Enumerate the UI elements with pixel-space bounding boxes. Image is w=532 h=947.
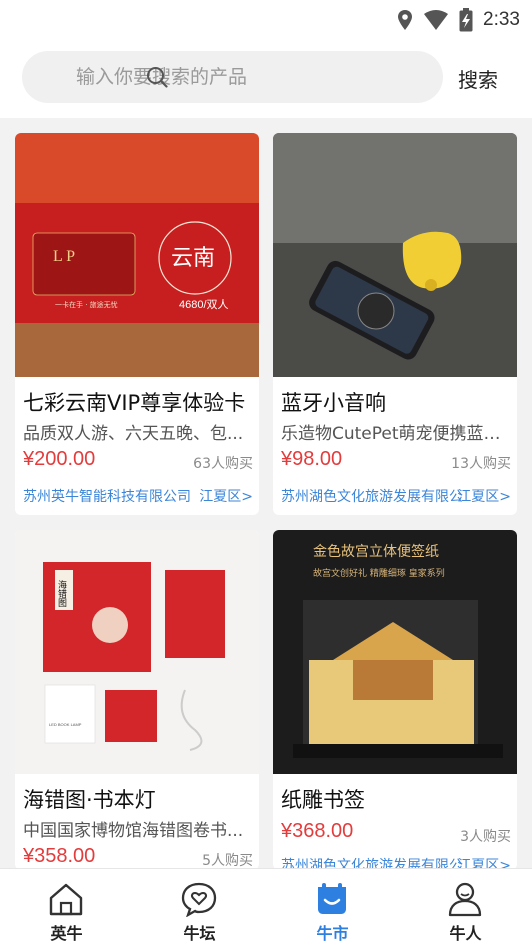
status-bar: 2:33 bbox=[0, 0, 532, 40]
area-link[interactable]: 江夏区> bbox=[199, 486, 253, 506]
home-icon bbox=[49, 883, 83, 916]
product-title: 海错图·书本灯 bbox=[23, 788, 156, 812]
paper-sculpture-photo: 金色故宫立体便签纸 故宫文创好礼 精雕细琢 皇家系列 bbox=[273, 530, 517, 774]
speaker-photo bbox=[273, 133, 517, 377]
card-price-text: 4680/双人 bbox=[179, 298, 229, 311]
tab-label: 牛市 bbox=[316, 924, 349, 943]
product-sold: 5人购买 bbox=[202, 853, 253, 868]
shop-link[interactable]: 苏州湖色文化旅游发展有限公司 bbox=[281, 855, 463, 868]
tab-niutan[interactable]: 牛坛 bbox=[133, 869, 266, 947]
lamp-note-text: LED BOOK LAMP bbox=[49, 722, 82, 727]
status-icons: 2:33 bbox=[397, 6, 520, 34]
search-button[interactable]: 搜索 bbox=[458, 64, 498, 93]
tab-label: 牛人 bbox=[449, 924, 482, 943]
sculpture-tagline: 故宫文创好礼 精雕细琢 皇家系列 bbox=[313, 567, 445, 579]
status-time: 2:33 bbox=[483, 9, 520, 30]
product-image bbox=[273, 133, 517, 377]
product-image: 金色故宫立体便签纸 故宫文创好礼 精雕细琢 皇家系列 bbox=[273, 530, 517, 774]
book-lamp-photo: 海错图 LED BOOK LAMP bbox=[15, 530, 259, 774]
shop-link[interactable]: 苏州湖色文化旅游发展有限公司 bbox=[281, 486, 463, 506]
product-title: 蓝牙小音响 bbox=[281, 391, 386, 415]
product-desc: 中国国家博物馆海错图卷书... bbox=[23, 821, 244, 841]
battery-icon bbox=[459, 8, 473, 32]
product-card[interactable]: 海错图 LED BOOK LAMP 海错图·书本灯 中国国家博物馆海错图卷书..… bbox=[15, 530, 259, 868]
area-link[interactable]: 江夏区> bbox=[457, 486, 511, 506]
tab-niuren[interactable]: 牛人 bbox=[399, 869, 532, 947]
tab-label: 英牛 bbox=[50, 924, 83, 943]
shopping-bag-icon bbox=[318, 883, 346, 914]
area-link[interactable]: 江夏区> bbox=[457, 855, 511, 868]
tab-yingniu[interactable]: 英牛 bbox=[0, 869, 133, 947]
search-box[interactable] bbox=[22, 51, 443, 103]
card-slogan-text: 一卡在手 · 旅途无忧 bbox=[55, 300, 118, 309]
sculpture-headline: 金色故宫立体便签纸 bbox=[313, 543, 439, 560]
product-price: ¥358.00 bbox=[23, 845, 96, 867]
product-sold: 3人购买 bbox=[460, 829, 511, 845]
shop-link[interactable]: 苏州英牛智能科技有限公司 bbox=[23, 486, 205, 506]
card-city-text: 云南 bbox=[171, 246, 215, 271]
tab-label: 牛坛 bbox=[183, 924, 216, 943]
search-input[interactable] bbox=[24, 66, 314, 88]
product-title: 七彩云南VIP尊享体验卡 bbox=[23, 391, 246, 415]
product-image: L P 云南 4680/双人 一卡在手 · 旅途无忧 bbox=[15, 133, 259, 377]
user-icon bbox=[448, 882, 482, 917]
product-card[interactable]: 金色故宫立体便签纸 故宫文创好礼 精雕细琢 皇家系列 纸雕书签 ¥368.00 … bbox=[273, 530, 517, 868]
product-grid: L P 云南 4680/双人 一卡在手 · 旅途无忧 七彩云南VIP尊享体验卡 … bbox=[0, 118, 532, 868]
location-icon bbox=[398, 10, 413, 30]
search-area: 搜索 bbox=[0, 40, 532, 118]
product-card[interactable]: L P 云南 4680/双人 一卡在手 · 旅途无忧 七彩云南VIP尊享体验卡 … bbox=[15, 133, 259, 515]
book-title-text: 海错图 bbox=[56, 579, 67, 608]
product-price: ¥200.00 bbox=[23, 448, 96, 470]
bottom-tab-bar: 英牛 牛坛 牛市 牛人 bbox=[0, 868, 532, 947]
product-price: ¥98.00 bbox=[281, 448, 343, 470]
vip-card-photo: L P 云南 4680/双人 一卡在手 · 旅途无忧 bbox=[15, 133, 259, 377]
product-card[interactable]: 蓝牙小音响 乐造物CutePet萌宠便携蓝牙... ¥98.00 13人购买 苏… bbox=[273, 133, 517, 515]
product-title: 纸雕书签 bbox=[281, 788, 365, 812]
product-sold: 13人购买 bbox=[451, 456, 511, 472]
product-price: ¥368.00 bbox=[281, 820, 354, 842]
product-desc: 乐造物CutePet萌宠便携蓝牙... bbox=[281, 424, 513, 444]
product-desc: 品质双人游、六天五晚、包... bbox=[23, 424, 244, 444]
card-logo-text: L P bbox=[53, 248, 75, 265]
search-icon bbox=[147, 67, 168, 88]
heart-chat-icon bbox=[181, 882, 217, 917]
wifi-icon bbox=[424, 10, 449, 30]
tab-niushi[interactable]: 牛市 bbox=[266, 869, 399, 947]
product-sold: 63人购买 bbox=[193, 456, 253, 472]
product-image: 海错图 LED BOOK LAMP bbox=[15, 530, 259, 774]
